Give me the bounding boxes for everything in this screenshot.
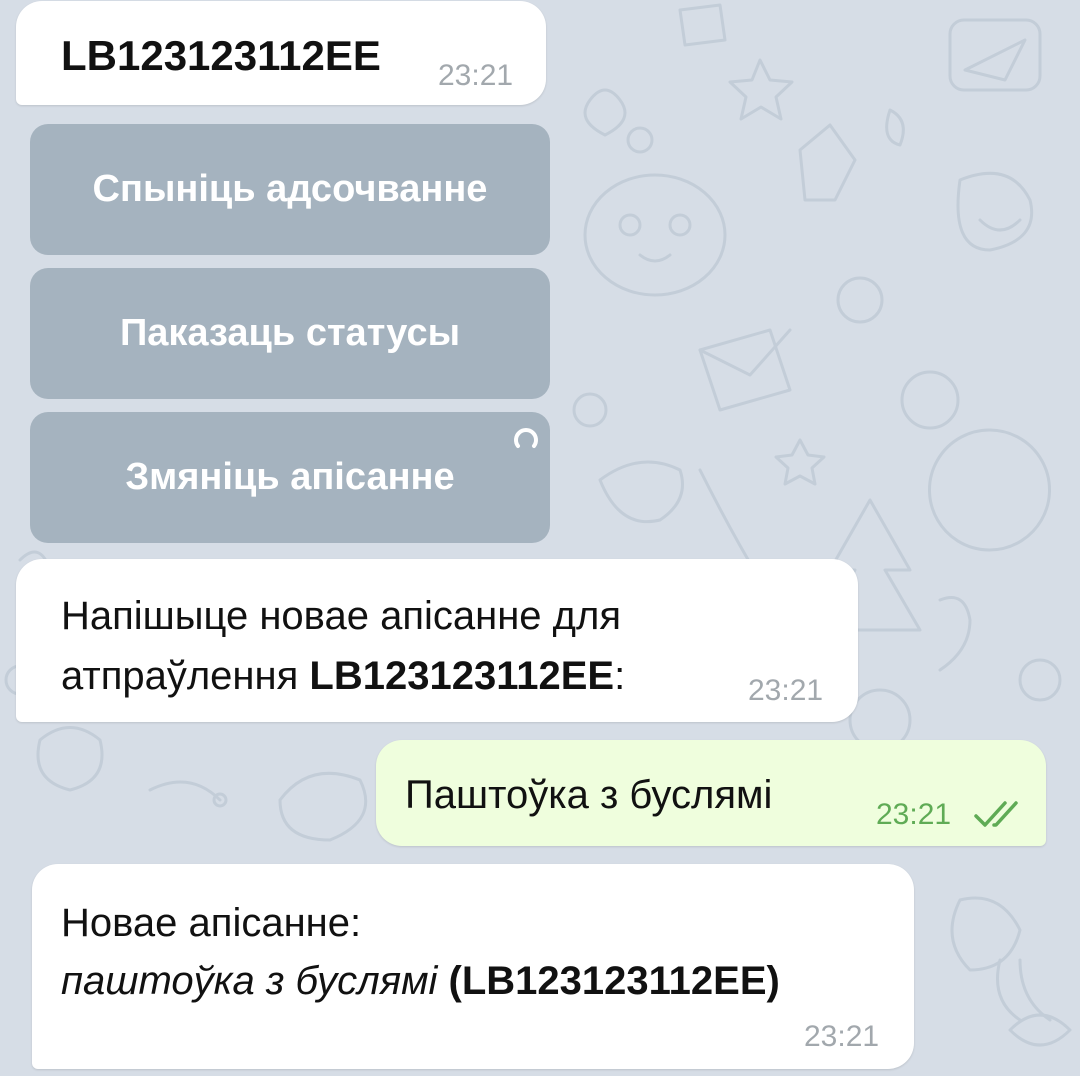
outgoing-message: Паштоўка з буслямі 23:21 xyxy=(376,740,1046,846)
message-text-prefix: атпраўлення xyxy=(61,654,310,698)
message-text: Паштоўка з буслямі xyxy=(405,773,773,817)
message-time: 23:21 xyxy=(876,798,952,831)
incoming-message-new-description: Новае апісанне: паштоўка з буслямі (LB12… xyxy=(32,864,914,1069)
message-time: 23:21 xyxy=(804,1020,880,1053)
keyboard-button-stop-tracking[interactable]: Спыніць адсочванне xyxy=(30,124,550,255)
message-text-line2: атпраўлення LB123123112EE: xyxy=(61,647,625,705)
keyboard-button-label: Змяніць апісанне xyxy=(125,456,455,498)
message-text-line2: паштоўка з буслямі (LB123123112EE) xyxy=(61,952,780,1010)
keyboard-button-show-statuses[interactable]: Паказаць статусы xyxy=(30,268,550,399)
tracking-code: (LB123123112EE) xyxy=(448,959,780,1003)
tracking-code: LB123123112EE xyxy=(309,654,615,698)
message-text-line1: Новае апісанне: xyxy=(61,901,362,945)
message-time: 23:21 xyxy=(748,674,824,707)
message-text-colon: : xyxy=(614,654,626,698)
message-time: 23:21 xyxy=(438,59,514,92)
keyboard-button-label: Паказаць статусы xyxy=(119,312,461,354)
description-text: паштоўка з буслямі xyxy=(61,959,438,1003)
keyboard-button-change-description[interactable]: Змяніць апісанне xyxy=(30,412,550,543)
message-text-line1: Напішыце новае апісанне для xyxy=(61,594,621,638)
incoming-message-prompt: Напішыце новае апісанне для атпраўлення … xyxy=(16,559,858,722)
loading-spinner-icon xyxy=(514,428,538,448)
message-text: LB123123112EE xyxy=(61,32,381,79)
incoming-message-tracking-code: LB123123112EE 23:21 xyxy=(16,1,546,105)
double-check-icon xyxy=(974,801,1018,827)
keyboard-button-label: Спыніць адсочванне xyxy=(92,168,488,210)
